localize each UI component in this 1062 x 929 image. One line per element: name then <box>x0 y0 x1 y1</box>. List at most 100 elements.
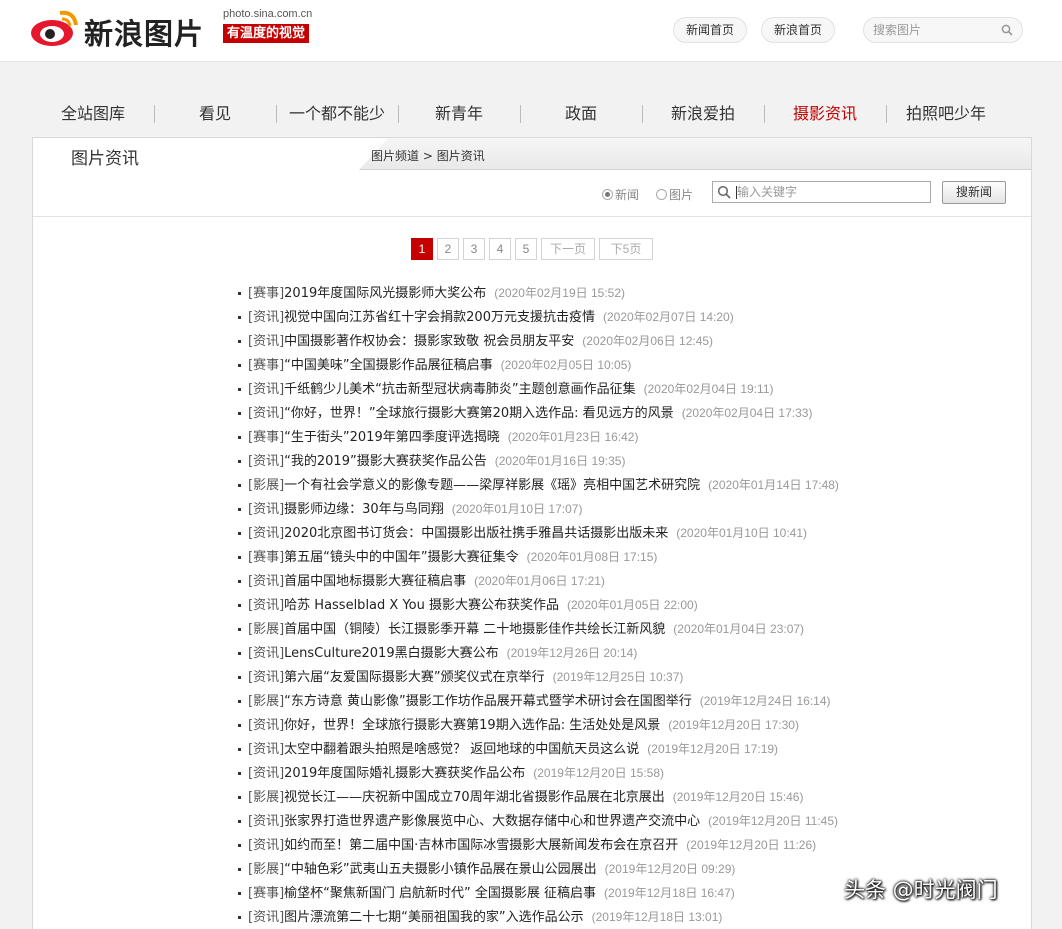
news-title-link[interactable]: 中国摄影著作权协会：摄影家致敬 祝会员朋友平安 <box>284 334 574 349</box>
news-title-link[interactable]: “我的2019”摄影大赛获奖作品公告 <box>284 454 487 469</box>
news-category[interactable]: [赛事] <box>248 358 284 373</box>
news-title-link[interactable]: 哈苏 Hasselblad X You 摄影大赛公布获奖作品 <box>284 598 559 613</box>
list-item[interactable]: [资讯]摄影师边缘：30年与鸟同翔 (2020年01月10日 17:07) <box>237 497 1027 521</box>
news-title-link[interactable]: 第六届“友爱国际摄影大赛”颁奖仪式在京举行 <box>284 670 544 685</box>
nav-item-not-one-less[interactable]: 一个都不能少 <box>276 96 398 132</box>
news-category[interactable]: [影展] <box>248 478 284 493</box>
news-title-link[interactable]: 你好，世界！全球旅行摄影大赛第19期入选作品: 生活处处是风景 <box>284 718 660 733</box>
search-news-button[interactable]: 搜新闻 <box>942 181 1006 204</box>
news-title-link[interactable]: 首届中国（铜陵）长江摄影季开幕 二十地摄影佳作共绘长江新风貌 <box>284 622 665 637</box>
list-item[interactable]: [资讯]LensCulture2019黑白摄影大赛公布 (2019年12月26日 … <box>237 641 1027 665</box>
list-item[interactable]: [影展]视觉长江——庆祝新中国成立70周年湖北省摄影作品展在北京展出 (2019年… <box>237 785 1027 809</box>
list-item[interactable]: [资讯]2019年度国际婚礼摄影大赛获奖作品公布 (2019年12月20日 15:… <box>237 761 1027 785</box>
list-item[interactable]: [资讯]“我的2019”摄影大赛获奖作品公告 (2020年01月16日 19:35… <box>237 449 1027 473</box>
list-item[interactable]: [资讯]2020北京图书订货会：中国摄影出版社携手雅昌共话摄影出版未来 (2020… <box>237 521 1027 545</box>
news-title-link[interactable]: 太空中翻着跟头拍照是啥感觉？ 返回地球的中国航天员这么说 <box>284 742 639 757</box>
list-item[interactable]: [赛事]第五届“镜头中的中国年”摄影大赛征集令 (2020年01月08日 17:1… <box>237 545 1027 569</box>
radio-news[interactable]: 新闻 <box>602 186 639 203</box>
news-category[interactable]: [赛事] <box>248 886 284 901</box>
news-category[interactable]: [资讯] <box>248 670 284 685</box>
list-item[interactable]: [资讯]太空中翻着跟头拍照是啥感觉？ 返回地球的中国航天员这么说 (2019年12… <box>237 737 1027 761</box>
list-item[interactable]: [资讯]第六届“友爱国际摄影大赛”颁奖仪式在京举行 (2019年12月25日 10… <box>237 665 1027 689</box>
page-1-button[interactable]: 1 <box>411 238 433 260</box>
news-category[interactable]: [影展] <box>248 622 284 637</box>
news-category[interactable]: [资讯] <box>248 718 284 733</box>
site-logo[interactable]: 新浪图片 photo.sina.com.cn 有温度的视觉 <box>30 7 330 51</box>
radio-pictures[interactable]: 图片 <box>656 186 693 203</box>
list-item[interactable]: [赛事]“中国美味”全国摄影作品展征稿启事 (2020年02月05日 10:05) <box>237 353 1027 377</box>
news-category[interactable]: [资讯] <box>248 838 284 853</box>
news-category[interactable]: [资讯] <box>248 406 284 421</box>
news-category[interactable]: [资讯] <box>248 910 284 925</box>
list-item[interactable]: [资讯]哈苏 Hasselblad X You 摄影大赛公布获奖作品 (2020年… <box>237 593 1027 617</box>
news-category[interactable]: [影展] <box>248 694 284 709</box>
nav-item-all-gallery[interactable]: 全站图库 <box>32 96 154 132</box>
news-category[interactable]: [赛事] <box>248 550 284 565</box>
news-title-link[interactable]: 图片漂流第二十七期“美丽祖国我的家”入选作品公示 <box>284 910 583 925</box>
list-item[interactable]: [资讯]如约而至！第二届中国·吉林市国际冰雪摄影大展新闻发布会在京召开 (2019… <box>237 833 1027 857</box>
news-title-link[interactable]: 首届中国地标摄影大赛征稿启事 <box>284 574 466 589</box>
page-4-button[interactable]: 4 <box>489 238 511 260</box>
page-5-button[interactable]: 5 <box>515 238 537 260</box>
news-category[interactable]: [赛事] <box>248 286 284 301</box>
news-category[interactable]: [资讯] <box>248 382 284 397</box>
radio-news-indicator[interactable] <box>602 189 613 200</box>
news-category[interactable]: [资讯] <box>248 310 284 325</box>
news-title-link[interactable]: “东方诗意 黄山影像”摄影工作坊作品展开幕式暨学术研讨会在国图举行 <box>284 694 692 709</box>
news-title-link[interactable]: 千纸鹤少儿美术“抗击新型冠状病毒肺炎”主题创意画作品征集 <box>284 382 635 397</box>
news-title-link[interactable]: 视觉中国向江苏省红十字会捐款200万元支援抗击疫情 <box>284 310 595 325</box>
list-item[interactable]: [资讯]千纸鹤少儿美术“抗击新型冠状病毒肺炎”主题创意画作品征集 (2020年02… <box>237 377 1027 401</box>
breadcrumb-photo-news[interactable]: 图片资讯 <box>437 149 485 163</box>
news-category[interactable]: [资讯] <box>248 526 284 541</box>
news-home-link[interactable]: 新闻首页 <box>673 17 748 43</box>
news-category[interactable]: [资讯] <box>248 766 284 781</box>
news-category[interactable]: [资讯] <box>248 646 284 661</box>
list-item[interactable]: [资讯]张家界打造世界遗产影像展览中心、大数据存储中心和世界遗产交流中心 (201… <box>237 809 1027 833</box>
news-title-link[interactable]: “你好，世界！”全球旅行摄影大赛第20期入选作品: 看见远方的风景 <box>284 406 674 421</box>
news-title-link[interactable]: 如约而至！第二届中国·吉林市国际冰雪摄影大展新闻发布会在京召开 <box>284 838 678 853</box>
news-title-link[interactable]: “生于街头”2019年第四季度评选揭晓 <box>284 430 500 445</box>
list-item[interactable]: [资讯]中国摄影著作权协会：摄影家致敬 祝会员朋友平安 (2020年02月06日 … <box>237 329 1027 353</box>
nav-item-photo-news[interactable]: 摄影资讯 <box>764 96 886 132</box>
news-title-link[interactable]: 第五届“镜头中的中国年”摄影大赛征集令 <box>284 550 518 565</box>
news-category[interactable]: [资讯] <box>248 814 284 829</box>
search-icon[interactable] <box>1001 24 1013 36</box>
news-category[interactable]: [影展] <box>248 790 284 805</box>
news-title-link[interactable]: 榆垡杯“聚焦新国门 启航新时代” 全国摄影展 征稿启事 <box>284 886 596 901</box>
list-item[interactable]: [赛事]“生于街头”2019年第四季度评选揭晓 (2020年01月23日 16:4… <box>237 425 1027 449</box>
keyword-input[interactable]: 输入关键字 <box>712 181 931 203</box>
radio-pictures-indicator[interactable] <box>656 189 667 200</box>
news-title-link[interactable]: 2020北京图书订货会：中国摄影出版社携手雅昌共话摄影出版未来 <box>284 526 668 541</box>
next-5-pages-button[interactable]: 下5页 <box>599 238 653 260</box>
news-category[interactable]: [资讯] <box>248 742 284 757</box>
news-title-link[interactable]: “中国美味”全国摄影作品展征稿启事 <box>284 358 492 373</box>
list-item[interactable]: [资讯]视觉中国向江苏省红十字会捐款200万元支援抗击疫情 (2020年02月07… <box>237 305 1027 329</box>
next-page-button[interactable]: 下一页 <box>541 238 595 260</box>
page-2-button[interactable]: 2 <box>437 238 459 260</box>
news-category[interactable]: [资讯] <box>248 454 284 469</box>
news-title-link[interactable]: 一个有社会学意义的影像专题——梁厚祥影展《瑶》亮相中国艺术研究院 <box>284 478 700 493</box>
news-title-link[interactable]: 2019年度国际风光摄影师大奖公布 <box>284 286 486 301</box>
nav-item-photo-youth[interactable]: 拍照吧少年 <box>886 96 1006 132</box>
news-category[interactable]: [资讯] <box>248 574 284 589</box>
list-item[interactable]: [资讯]“你好，世界！”全球旅行摄影大赛第20期入选作品: 看见远方的风景 (20… <box>237 401 1027 425</box>
news-category[interactable]: [影展] <box>248 862 284 877</box>
list-item[interactable]: [赛事]2019年度国际风光摄影师大奖公布 (2020年02月19日 15:52) <box>237 281 1027 305</box>
list-item[interactable]: [资讯]你好，世界！全球旅行摄影大赛第19期入选作品: 生活处处是风景 (2019… <box>237 713 1027 737</box>
nav-item-politics[interactable]: 政面 <box>520 96 642 132</box>
news-title-link[interactable]: LensCulture2019黑白摄影大赛公布 <box>284 646 498 661</box>
sina-home-link[interactable]: 新浪首页 <box>761 17 836 43</box>
news-category[interactable]: [资讯] <box>248 334 284 349</box>
nav-item-new-youth[interactable]: 新青年 <box>398 96 520 132</box>
news-title-link[interactable]: 2019年度国际婚礼摄影大赛获奖作品公布 <box>284 766 525 781</box>
list-item[interactable]: [资讯]图片漂流第二十七期“美丽祖国我的家”入选作品公示 (2019年12月18日… <box>237 905 1027 929</box>
list-item[interactable]: [资讯]首届中国地标摄影大赛征稿启事 (2020年01月06日 17:21) <box>237 569 1027 593</box>
list-item[interactable]: [影展]首届中国（铜陵）长江摄影季开幕 二十地摄影佳作共绘长江新风貌 (2020年… <box>237 617 1027 641</box>
breadcrumb-photo-channel[interactable]: 图片频道 <box>371 149 419 163</box>
news-title-link[interactable]: 视觉长江——庆祝新中国成立70周年湖北省摄影作品展在北京展出 <box>284 790 665 805</box>
news-title-link[interactable]: “中轴色彩”武夷山五夫摄影小镇作品展在景山公园展出 <box>284 862 596 877</box>
news-category[interactable]: [资讯] <box>248 598 284 613</box>
news-title-link[interactable]: 张家界打造世界遗产影像展览中心、大数据存储中心和世界遗产交流中心 <box>284 814 700 829</box>
image-search-input[interactable]: 搜索图片 <box>863 17 1023 43</box>
news-category[interactable]: [赛事] <box>248 430 284 445</box>
